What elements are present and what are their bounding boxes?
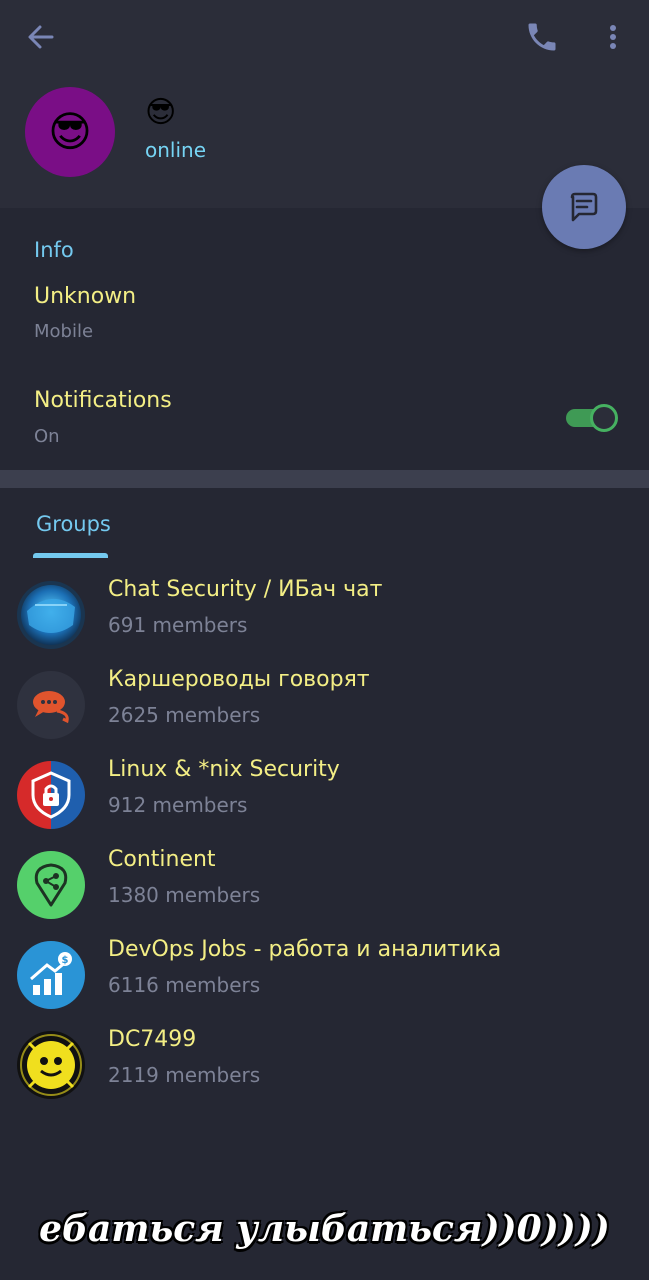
group-list-item[interactable]: Linux & *nix Security 912 members bbox=[0, 752, 649, 842]
back-button[interactable] bbox=[24, 20, 58, 54]
group-name: Linux & *nix Security bbox=[108, 757, 340, 782]
group-list-item[interactable]: Continent 1380 members bbox=[0, 842, 649, 932]
avatar-emoji: 😎 bbox=[48, 107, 92, 156]
profile-header: 😎 😎 online bbox=[0, 0, 649, 208]
send-message-button[interactable] bbox=[542, 165, 626, 249]
more-options-button[interactable] bbox=[600, 20, 626, 54]
svg-text:$: $ bbox=[62, 955, 69, 966]
toggle-knob bbox=[590, 404, 618, 432]
profile-name-emoji: 😎 bbox=[145, 95, 177, 130]
notifications-label[interactable]: Notifications bbox=[34, 388, 172, 413]
meme-caption: ебаться улыбаться))0)))) bbox=[39, 1208, 610, 1250]
group-list-item[interactable]: $ DevOps Jobs - работа и аналитика 6116 … bbox=[0, 932, 649, 1022]
message-icon bbox=[570, 192, 598, 222]
profile-name: 😎 bbox=[145, 98, 176, 128]
group-members: 2625 members bbox=[108, 703, 261, 727]
phone-label: Mobile bbox=[34, 321, 94, 342]
group-members: 691 members bbox=[108, 613, 248, 637]
group-members: 6116 members bbox=[108, 973, 261, 997]
defcon-skull-icon bbox=[17, 1031, 85, 1099]
group-members: 1380 members bbox=[108, 883, 261, 907]
notifications-toggle[interactable] bbox=[566, 404, 618, 432]
call-button[interactable] bbox=[524, 19, 560, 55]
group-name: DevOps Jobs - работа и аналитика bbox=[108, 937, 502, 962]
phone-icon bbox=[528, 23, 556, 51]
tab-groups[interactable]: Groups bbox=[36, 512, 111, 536]
group-name: DC7499 bbox=[108, 1027, 197, 1052]
security-shield-icon bbox=[17, 581, 85, 649]
padlock-shield-icon bbox=[17, 761, 85, 829]
tab-indicator bbox=[33, 553, 108, 558]
group-list-item[interactable]: Каршероводы говорят 2625 members bbox=[0, 662, 649, 752]
group-list-item[interactable]: DC7499 2119 members bbox=[0, 1022, 649, 1112]
profile-avatar[interactable]: 😎 bbox=[25, 87, 115, 177]
more-vertical-icon bbox=[610, 25, 616, 49]
phone-value[interactable]: Unknown bbox=[34, 284, 136, 309]
chat-bubbles-icon bbox=[17, 671, 85, 739]
section-divider bbox=[0, 470, 649, 488]
group-name: Chat Security / ИБач чат bbox=[108, 577, 383, 602]
group-members: 912 members bbox=[108, 793, 248, 817]
location-pin-icon bbox=[17, 851, 85, 919]
growth-chart-icon: $ bbox=[17, 941, 85, 1009]
group-name: Каршероводы говорят bbox=[108, 667, 370, 692]
notifications-value: On bbox=[34, 426, 60, 447]
group-members: 2119 members bbox=[108, 1063, 261, 1087]
group-list-item[interactable]: Chat Security / ИБач чат 691 members bbox=[0, 572, 649, 662]
arrow-left-icon bbox=[28, 25, 54, 49]
group-name: Continent bbox=[108, 847, 216, 872]
online-status: online bbox=[145, 138, 207, 162]
info-section-title: Info bbox=[34, 238, 74, 262]
